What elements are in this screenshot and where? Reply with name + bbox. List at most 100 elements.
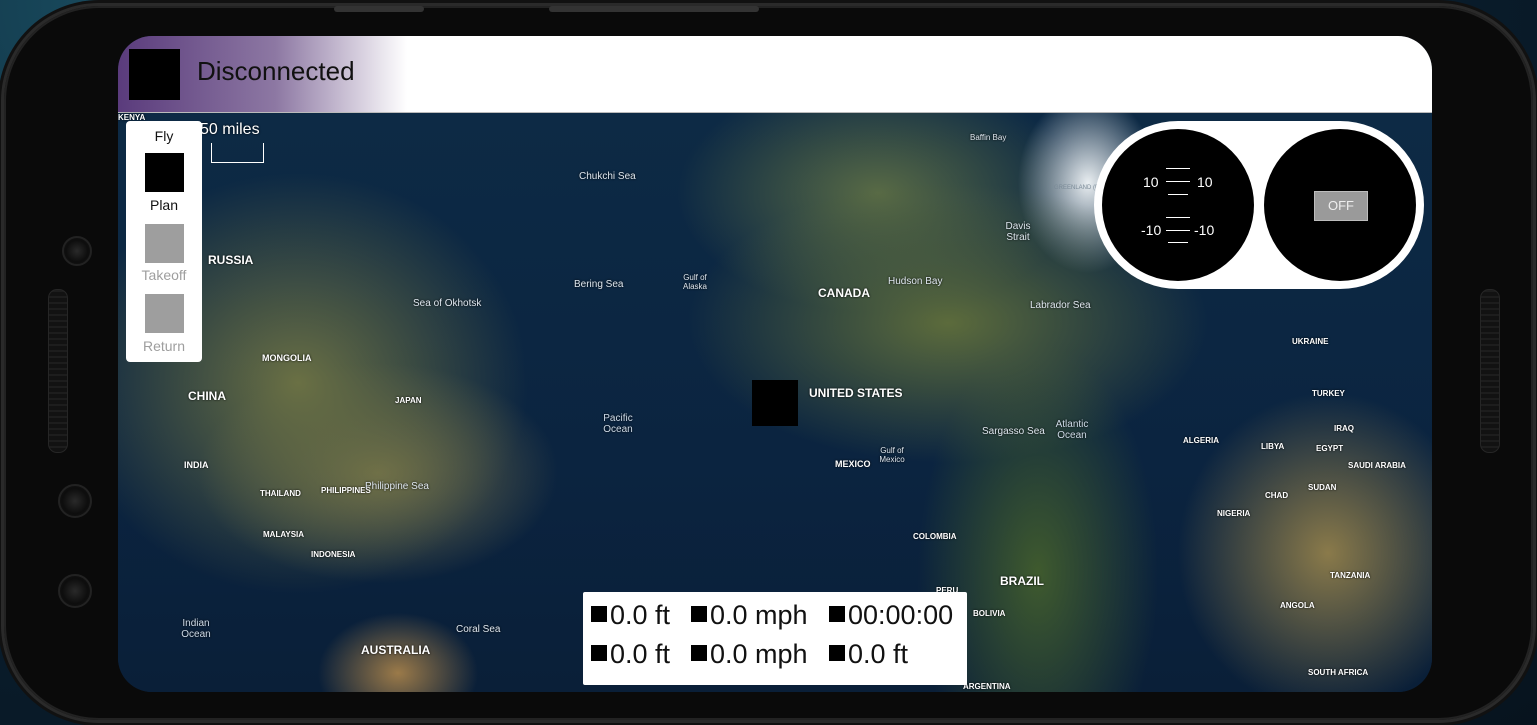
speed-icon bbox=[691, 606, 707, 622]
map-label-gulf-of-mexico: Gulf of Mexico bbox=[879, 446, 905, 464]
phone-top-button bbox=[334, 6, 424, 12]
vertical-speed-readout: 0.0 mph bbox=[691, 639, 808, 670]
attitude-label-upper-right: 10 bbox=[1197, 174, 1213, 190]
gimbal-off-button[interactable]: OFF bbox=[1314, 191, 1368, 221]
map-label-labrador-sea: Labrador Sea bbox=[1030, 300, 1091, 311]
pitch-tick bbox=[1166, 181, 1190, 182]
map-label-ukraine: UKRAINE bbox=[1292, 337, 1329, 346]
map-label-united-states: UNITED STATES bbox=[809, 386, 903, 400]
map-scale-bar bbox=[211, 143, 264, 163]
map-label-egypt: EGYPT bbox=[1316, 444, 1344, 453]
map-label-australia: AUSTRALIA bbox=[361, 643, 431, 657]
map-label-indonesia: INDONESIA bbox=[311, 550, 356, 559]
mode-label-plan: Plan bbox=[149, 197, 179, 213]
map-label-brazil: BRAZIL bbox=[1000, 574, 1044, 588]
vertical-distance-icon bbox=[591, 645, 607, 661]
pitch-tick bbox=[1166, 168, 1190, 169]
flight-time-readout: 00:00:00 bbox=[829, 600, 953, 631]
mode-label-takeoff: Takeoff bbox=[141, 267, 187, 283]
map-label-japan: JAPAN bbox=[395, 396, 422, 405]
map-label-canada: CANADA bbox=[818, 286, 870, 300]
left-speaker-grille bbox=[48, 289, 68, 453]
map-label-baffin-bay: Baffin Bay bbox=[970, 133, 1007, 142]
right-speaker-grille bbox=[1480, 289, 1500, 453]
map-label-tanzania: TANZANIA bbox=[1330, 571, 1371, 580]
distance-readout: 0.0 ft bbox=[829, 639, 908, 670]
front-sensor-icon bbox=[62, 236, 92, 266]
vertical-speed-icon bbox=[691, 645, 707, 661]
fly-mode-button[interactable] bbox=[145, 153, 184, 192]
map-label-chukchi-sea: Chukchi Sea bbox=[579, 171, 636, 182]
pitch-tick bbox=[1166, 230, 1190, 231]
map-label-iraq: IRAQ bbox=[1334, 424, 1354, 433]
mode-label-return: Return bbox=[142, 338, 186, 354]
altitude-value: 0.0 ft bbox=[610, 600, 671, 630]
vertical-distance-readout: 0.0 ft bbox=[591, 639, 670, 670]
map-label-bering-sea: Bering Sea bbox=[574, 279, 624, 290]
map-label-philippine-sea: Philippine Sea bbox=[365, 481, 429, 492]
top-bar: Disconnected bbox=[118, 36, 1432, 113]
map-label-sudan: SUDAN bbox=[1308, 483, 1337, 492]
speed-readout: 0.0 mph bbox=[691, 600, 808, 631]
pitch-tick bbox=[1166, 217, 1190, 218]
map-label-hudson-bay: Hudson Bay bbox=[888, 276, 943, 287]
flight-time-value: 00:00:00 bbox=[848, 600, 954, 630]
takeoff-button[interactable] bbox=[145, 294, 184, 333]
map-label-philippines: PHILIPPINES bbox=[321, 486, 371, 495]
phone-top-button bbox=[549, 6, 759, 12]
connection-status-text: Disconnected bbox=[197, 56, 355, 86]
map-label-mexico: MEXICO bbox=[835, 459, 871, 469]
pitch-tick bbox=[1168, 194, 1188, 195]
mode-label-fly: Fly bbox=[154, 128, 174, 144]
vertical-speed-value: 0.0 mph bbox=[710, 639, 808, 669]
gimbal-gauge: OFF bbox=[1264, 129, 1416, 281]
front-camera-icon bbox=[58, 574, 92, 608]
map-label-algeria: ALGERIA bbox=[1183, 436, 1219, 445]
satellite-map[interactable]: RUSSIA CHINA MONGOLIA CANADA UNITED STAT… bbox=[118, 113, 1432, 692]
map-label-angola: ANGOLA bbox=[1280, 601, 1315, 610]
app-screen: Disconnected RUSSIA CHINA MONGOLIA CANAD… bbox=[118, 36, 1432, 692]
telemetry-panel: 0.0 ft 0.0 mph 00:00:00 0.0 ft 0.0 mph 0… bbox=[583, 592, 967, 685]
attitude-label-upper-left: 10 bbox=[1143, 174, 1159, 190]
instrument-cluster: 10 10 -10 -10 OFF bbox=[1094, 121, 1424, 289]
map-label-china: CHINA bbox=[188, 389, 226, 403]
map-label-mongolia: MONGOLIA bbox=[262, 353, 312, 363]
map-label-davis-strait: Davis Strait bbox=[1005, 221, 1031, 243]
pitch-tick bbox=[1168, 242, 1188, 243]
drone-position-marker[interactable] bbox=[752, 380, 798, 426]
map-label-sea-of-okhotsk: Sea of Okhotsk bbox=[413, 298, 482, 309]
map-label-pacific-ocean: Pacific Ocean bbox=[603, 413, 633, 435]
distance-icon bbox=[829, 645, 845, 661]
plan-mode-button[interactable] bbox=[145, 224, 184, 263]
attitude-label-lower-right: -10 bbox=[1194, 222, 1215, 238]
map-label-south-africa: SOUTH AFRICA bbox=[1308, 668, 1369, 677]
altitude-icon bbox=[591, 606, 607, 622]
attitude-indicator: 10 10 -10 -10 bbox=[1102, 129, 1254, 281]
map-label-colombia: COLOMBIA bbox=[913, 532, 957, 541]
map-scale-label: 50 miles bbox=[200, 121, 260, 138]
map-label-coral-sea: Coral Sea bbox=[456, 624, 501, 635]
speed-value: 0.0 mph bbox=[710, 600, 808, 630]
map-label-gulf-of-alaska: Gulf of Alaska bbox=[682, 273, 707, 291]
connection-status-icon[interactable] bbox=[129, 49, 180, 100]
map-label-atlantic-ocean: Atlantic Ocean bbox=[1055, 419, 1089, 441]
map-label-thailand: THAILAND bbox=[260, 489, 301, 498]
map-label-bolivia: BOLIVIA bbox=[973, 609, 1006, 618]
map-label-russia: RUSSIA bbox=[208, 253, 254, 267]
map-label-chad: CHAD bbox=[1265, 491, 1289, 500]
map-label-indian-ocean: Indian Ocean bbox=[181, 618, 211, 640]
map-label-malaysia: MALAYSIA bbox=[263, 530, 305, 539]
clock-icon bbox=[829, 606, 845, 622]
map-label-saudi-arabia: SAUDI ARABIA bbox=[1348, 461, 1406, 470]
mode-panel: Fly Plan Takeoff Return bbox=[126, 121, 202, 362]
map-label-sargasso-sea: Sargasso Sea bbox=[982, 426, 1045, 437]
map-label-argentina: ARGENTINA bbox=[963, 682, 1011, 691]
map-label-turkey: TURKEY bbox=[1312, 389, 1345, 398]
attitude-label-lower-left: -10 bbox=[1141, 222, 1162, 238]
map-label-libya: LIBYA bbox=[1261, 442, 1285, 451]
altitude-readout: 0.0 ft bbox=[591, 600, 670, 631]
front-camera-icon bbox=[58, 484, 92, 518]
map-label-nigeria: NIGERIA bbox=[1217, 509, 1251, 518]
distance-value: 0.0 ft bbox=[848, 639, 909, 669]
vertical-distance-value: 0.0 ft bbox=[610, 639, 671, 669]
